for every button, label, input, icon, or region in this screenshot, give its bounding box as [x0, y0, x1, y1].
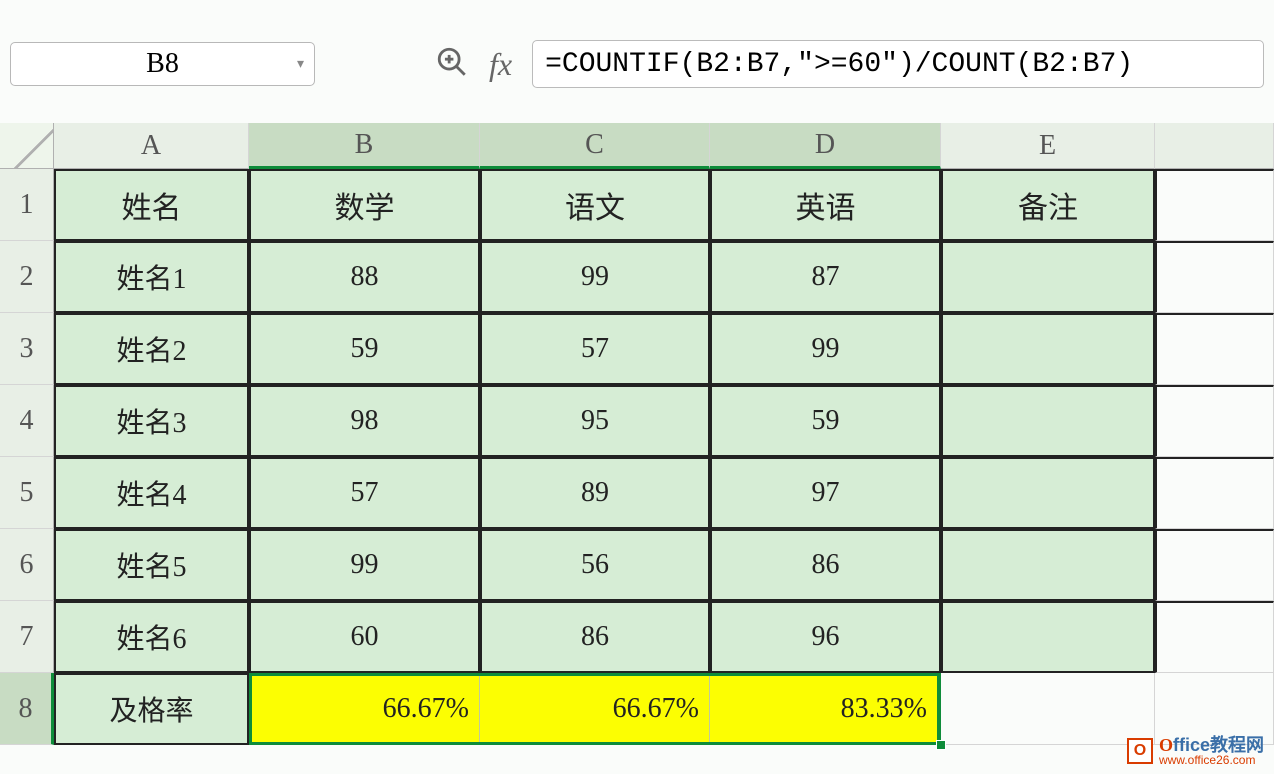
cell-B8[interactable]: 66.67% — [249, 673, 480, 745]
watermark: O Office教程网 www.office26.com — [1127, 736, 1264, 766]
cell-C7[interactable]: 86 — [480, 601, 710, 673]
watermark-icon: O — [1127, 738, 1153, 764]
col-header-A[interactable]: A — [54, 123, 249, 169]
cell-F7[interactable] — [1155, 601, 1274, 673]
cell-E1[interactable]: 备注 — [941, 169, 1155, 241]
cell-B7[interactable]: 60 — [249, 601, 480, 673]
chevron-down-icon[interactable]: ▾ — [297, 56, 304, 73]
cell-D4[interactable]: 59 — [710, 385, 941, 457]
cell-D8[interactable]: 83.33% — [710, 673, 941, 745]
row-header-5[interactable]: 5 — [0, 457, 54, 529]
cell-A2[interactable]: 姓名1 — [54, 241, 249, 313]
cell-B3[interactable]: 59 — [249, 313, 480, 385]
row-header-4[interactable]: 4 — [0, 385, 54, 457]
watermark-brand-o: O — [1159, 735, 1173, 755]
col-header-E[interactable]: E — [941, 123, 1155, 169]
cell-B6[interactable]: 99 — [249, 529, 480, 601]
cell-E5[interactable] — [941, 457, 1155, 529]
cell-A5[interactable]: 姓名4 — [54, 457, 249, 529]
cell-B5[interactable]: 57 — [249, 457, 480, 529]
cell-F1[interactable] — [1155, 169, 1274, 241]
formula-bar: B8 ▾ fx — [0, 0, 1274, 108]
col-header-D[interactable]: D — [710, 123, 941, 169]
cell-E8[interactable] — [941, 673, 1155, 745]
cell-C2[interactable]: 99 — [480, 241, 710, 313]
cell-D1[interactable]: 英语 — [710, 169, 941, 241]
cell-A1[interactable]: 姓名 — [54, 169, 249, 241]
row-header-1[interactable]: 1 — [0, 169, 54, 241]
cell-E7[interactable] — [941, 601, 1155, 673]
cell-C6[interactable]: 56 — [480, 529, 710, 601]
row-header-7[interactable]: 7 — [0, 601, 54, 673]
cell-A3[interactable]: 姓名2 — [54, 313, 249, 385]
cell-D7[interactable]: 96 — [710, 601, 941, 673]
cell-E2[interactable] — [941, 241, 1155, 313]
fx-icon[interactable]: fx — [489, 46, 512, 83]
cell-B2[interactable]: 88 — [249, 241, 480, 313]
name-box[interactable]: B8 ▾ — [10, 42, 315, 86]
cell-C1[interactable]: 语文 — [480, 169, 710, 241]
row-header-8[interactable]: 8 — [0, 673, 54, 745]
cell-D6[interactable]: 86 — [710, 529, 941, 601]
zoom-search-icon[interactable] — [435, 45, 469, 84]
cell-F2[interactable] — [1155, 241, 1274, 313]
watermark-brand-rest: ffice — [1173, 735, 1210, 755]
cell-D3[interactable]: 99 — [710, 313, 941, 385]
cell-C4[interactable]: 95 — [480, 385, 710, 457]
formula-input[interactable] — [532, 40, 1264, 88]
cell-B1[interactable]: 数学 — [249, 169, 480, 241]
select-all-corner[interactable] — [0, 123, 54, 169]
col-header-C[interactable]: C — [480, 123, 710, 169]
watermark-url: www.office26.com — [1159, 754, 1264, 766]
cell-D5[interactable]: 97 — [710, 457, 941, 529]
cell-F5[interactable] — [1155, 457, 1274, 529]
cell-C3[interactable]: 57 — [480, 313, 710, 385]
cell-E4[interactable] — [941, 385, 1155, 457]
cell-D2[interactable]: 87 — [710, 241, 941, 313]
row-header-2[interactable]: 2 — [0, 241, 54, 313]
col-header-B[interactable]: B — [249, 123, 480, 169]
cell-B4[interactable]: 98 — [249, 385, 480, 457]
row-header-6[interactable]: 6 — [0, 529, 54, 601]
watermark-brand-cn: 教程网 — [1210, 735, 1264, 755]
cell-A7[interactable]: 姓名6 — [54, 601, 249, 673]
col-header-F[interactable] — [1155, 123, 1274, 169]
cell-A4[interactable]: 姓名3 — [54, 385, 249, 457]
cell-A6[interactable]: 姓名5 — [54, 529, 249, 601]
cell-F4[interactable] — [1155, 385, 1274, 457]
cell-C5[interactable]: 89 — [480, 457, 710, 529]
cell-E3[interactable] — [941, 313, 1155, 385]
name-box-value: B8 — [146, 48, 179, 80]
cell-F6[interactable] — [1155, 529, 1274, 601]
fill-handle[interactable] — [936, 740, 946, 750]
cell-F3[interactable] — [1155, 313, 1274, 385]
cell-C8[interactable]: 66.67% — [480, 673, 710, 745]
cell-A8[interactable]: 及格率 — [54, 673, 249, 745]
cell-E6[interactable] — [941, 529, 1155, 601]
spreadsheet-grid: A B C D E 1 姓名 数学 语文 英语 备注 2 姓名1 88 99 8… — [0, 123, 1274, 745]
row-header-3[interactable]: 3 — [0, 313, 54, 385]
